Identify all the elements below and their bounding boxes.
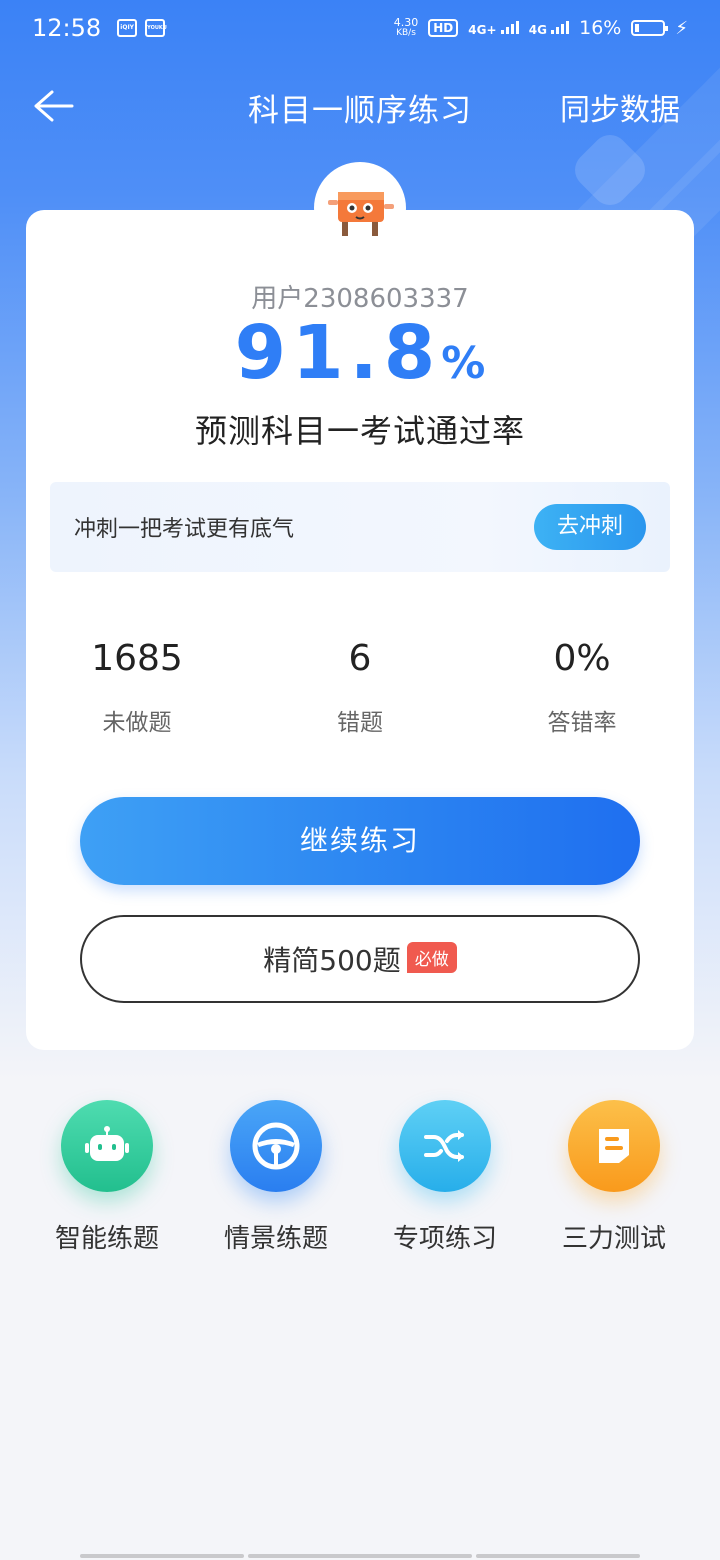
simplified-500-label: 精简500题	[263, 944, 401, 977]
status-time: 12:58	[32, 14, 102, 42]
stat-undone-value: 1685	[91, 638, 183, 679]
feature-three-ability-test[interactable]: 三力测试	[544, 1100, 684, 1255]
feature-three-ability-test-label: 三力测试	[561, 1224, 666, 1254]
charging-icon: ⚡	[675, 17, 688, 39]
sprint-banner: 冲刺一把考试更有底气 去冲刺	[50, 482, 670, 572]
battery-percent: 16%	[579, 17, 622, 39]
hd-icon: HD	[428, 19, 459, 37]
stat-error-rate-label: 答错率	[547, 710, 617, 736]
stat-undone-label: 未做题	[102, 710, 172, 736]
mascot-icon	[328, 192, 394, 236]
simplified-500-button[interactable]: 精简500题 必做	[80, 915, 640, 1003]
back-arrow-icon[interactable]	[30, 86, 74, 126]
continue-practice-button[interactable]: 继续练习	[80, 797, 640, 885]
sprint-button[interactable]: 去冲刺	[534, 504, 646, 550]
stat-wrong-value: 6	[348, 638, 372, 679]
bottom-indicator	[248, 1554, 472, 1558]
pass-rate: 91.8%	[26, 310, 694, 396]
stats-row: 1685 未做题 6 错题 0% 答错率	[26, 638, 694, 748]
must-do-badge: 必做	[406, 941, 457, 973]
feature-special-practice-label: 专项练习	[392, 1224, 497, 1254]
pass-rate-card: 用户2308603337 91.8% 预测科目一考试通过率 冲刺一把考试更有底气…	[26, 210, 694, 1050]
stat-undone[interactable]: 1685 未做题	[47, 638, 227, 737]
youku-app-icon: YOUKU	[145, 19, 167, 37]
pass-rate-label: 预测科目一考试通过率	[194, 412, 525, 450]
iqiyi-app-icon: iQIY	[117, 19, 138, 37]
battery-icon	[631, 20, 669, 36]
signal-4g-plus: 4G+	[468, 20, 519, 37]
signal-bars-icon	[500, 20, 519, 34]
feature-special-practice[interactable]: 专项练习	[375, 1100, 515, 1255]
feature-smart-practice[interactable]: 智能练题	[37, 1100, 177, 1255]
network-speed-value: 4.30	[393, 16, 419, 29]
bottom-indicator	[476, 1554, 640, 1558]
feature-scenario-practice[interactable]: 情景练题	[206, 1100, 346, 1255]
robot-icon	[61, 1100, 153, 1192]
stat-wrong[interactable]: 6 错题	[270, 638, 450, 737]
stat-error-rate-value: 0%	[553, 638, 611, 679]
document-icon	[568, 1100, 660, 1192]
stat-error-rate[interactable]: 0% 答错率	[492, 638, 672, 737]
avatar	[314, 162, 406, 254]
status-bar: 12:58 iQIY YOUKU 4.30 KB/s HD 4G+ 4G 16%…	[0, 0, 720, 56]
app-header: 科目一顺序练习 同步数据	[0, 72, 720, 142]
network-type-2: 4G	[528, 22, 547, 37]
stat-wrong-label: 错题	[337, 710, 383, 736]
network-speed-unit: KB/s	[396, 28, 416, 38]
bottom-indicator	[80, 1554, 244, 1558]
shuffle-icon	[399, 1100, 491, 1192]
steering-wheel-icon	[230, 1100, 322, 1192]
status-app-icons: iQIY YOUKU	[117, 19, 167, 37]
feature-grid: 智能练题 情景练题 专项练习 三力测试	[0, 1100, 720, 1270]
pass-rate-unit: %	[441, 338, 486, 389]
feature-scenario-practice-label: 情景练题	[223, 1224, 328, 1254]
status-indicators: 4.30 KB/s HD 4G+ 4G 16% ⚡	[394, 17, 688, 39]
network-speed: 4.30 KB/s	[394, 17, 419, 39]
pass-rate-value: 91.8	[234, 310, 442, 396]
feature-smart-practice-label: 智能练题	[54, 1224, 159, 1254]
sprint-banner-text: 冲刺一把考试更有底气	[74, 517, 295, 542]
network-type-1: 4G+	[468, 22, 497, 37]
signal-4g: 4G	[528, 20, 570, 37]
signal-bars-icon	[551, 20, 570, 34]
sync-data-button[interactable]: 同步数据	[560, 85, 680, 129]
